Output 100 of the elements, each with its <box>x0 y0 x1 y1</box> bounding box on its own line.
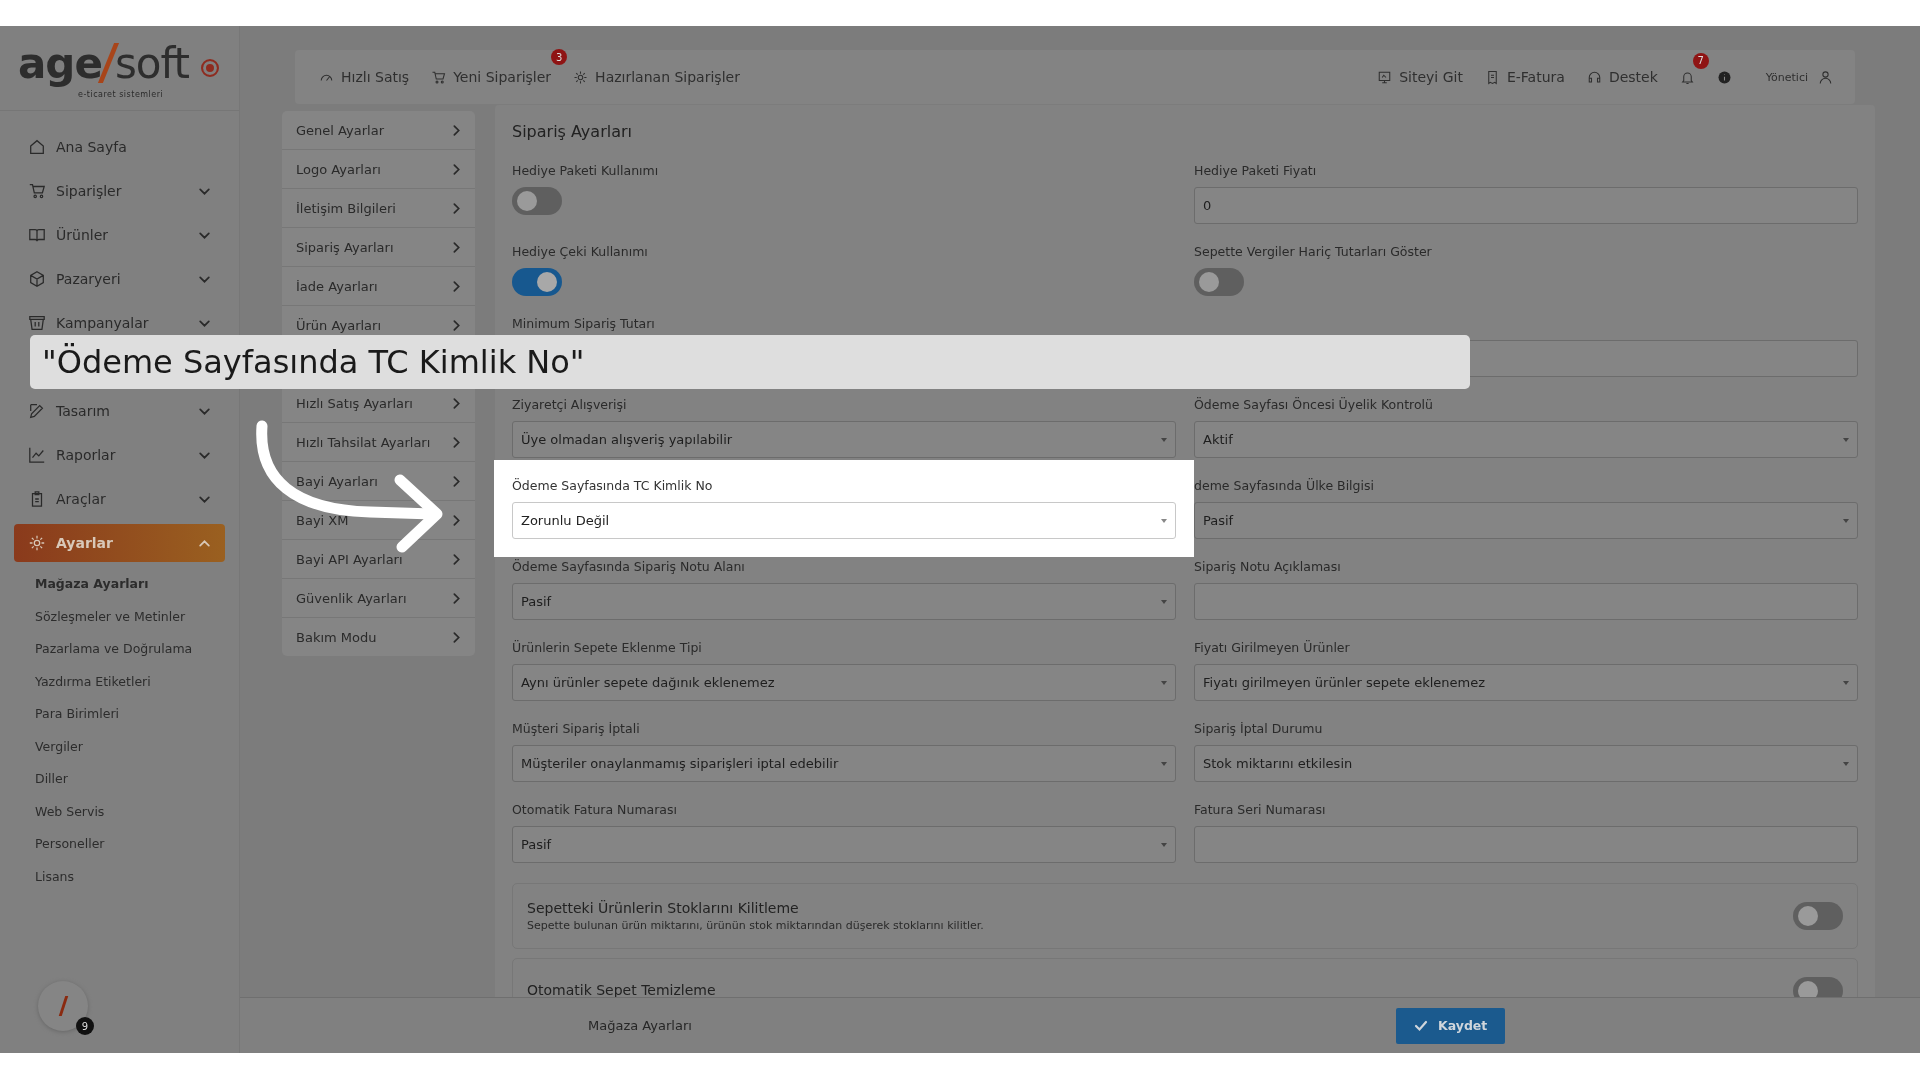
header-link[interactable]: E-Fatura <box>1484 69 1565 85</box>
nav-label: Kampanyalar <box>56 315 150 331</box>
caret-icon <box>1843 518 1849 523</box>
dropdown[interactable]: Pasif <box>1194 502 1858 539</box>
submenu-link[interactable]: Yazdırma Etiketleri <box>35 665 151 698</box>
input-field[interactable] <box>1194 826 1858 863</box>
nav-item[interactable]: Ayarlar <box>14 524 225 562</box>
nav-item[interactable]: Pazaryeri <box>28 269 211 289</box>
nav-label: Araçlar <box>56 491 107 507</box>
nav-label: Raporlar <box>56 447 117 463</box>
field-label: Sipariş Notu Açıklaması <box>1194 559 1341 575</box>
nav-label: Ana Sayfa <box>56 139 128 155</box>
nav-label: Pazaryeri <box>56 271 122 287</box>
option-title: Otomatik Sepet Temizleme <box>527 981 716 997</box>
home-icon <box>28 138 46 156</box>
dropdown[interactable]: Stok miktarını etkilesin <box>1194 745 1858 782</box>
dropdown[interactable]: Zorunlu Değil <box>512 502 1176 539</box>
info-icon <box>1716 69 1732 85</box>
caption-tooltip: "Ödeme Sayfasında TC Kimlik No" <box>30 335 1470 389</box>
header-link[interactable]: Yeni Siparişler <box>431 69 552 85</box>
count-badge: 3 <box>551 49 568 65</box>
dropdown[interactable]: Aktif <box>1194 421 1858 458</box>
nav-item[interactable]: Ana Sayfa <box>28 137 211 157</box>
input-field[interactable] <box>1194 583 1858 620</box>
caret-icon <box>1843 680 1849 685</box>
field-label: Fatura Seri Numarası <box>1194 802 1326 818</box>
menu-item[interactable]: Bayi XM <box>296 512 463 528</box>
header-link[interactable]: Destek <box>1586 69 1658 85</box>
book-icon <box>28 226 46 244</box>
submenu-link[interactable]: Mağaza Ayarları <box>35 568 149 601</box>
pencil-icon <box>28 402 46 420</box>
submenu-link[interactable]: Personeller <box>35 828 105 861</box>
field-label: Hediye Paketi Fiyatı <box>1194 163 1317 179</box>
menu-item[interactable]: Genel Ayarlar <box>296 122 463 138</box>
menu-item[interactable]: İade Ayarları <box>296 278 463 294</box>
header-link[interactable]: Hazırlanan Siparişler <box>573 69 740 85</box>
menu-item[interactable]: İletişim Bilgileri <box>296 200 463 216</box>
menu-item[interactable]: Hızlı Tahsilat Ayarları <box>296 434 463 450</box>
input-field[interactable]: 0 <box>1194 187 1858 224</box>
field-label: Sepette Vergiler Hariç Tutarları Göster <box>1194 244 1432 260</box>
nav-item[interactable]: Ürünler <box>28 225 211 245</box>
save-button[interactable]: Kaydet <box>1396 1007 1506 1044</box>
submenu-link[interactable]: Lisans <box>35 860 75 893</box>
dropdown[interactable]: Müşteriler onaylanmamış siparişleri iptal edebilir <box>512 745 1176 782</box>
box-icon <box>28 270 46 288</box>
headset-icon <box>1586 69 1602 85</box>
menu-item[interactable]: Ürün Ayarları <box>296 317 463 333</box>
field-label: Ziyaretçi Alışverişi <box>512 397 627 413</box>
field-label: Fiyatı Girilmeyen Ürünler <box>1194 640 1350 656</box>
submenu-link[interactable]: Vergiler <box>35 730 83 763</box>
field-label: Hediye Çeki Kullanımı <box>512 244 648 260</box>
toggle-switch[interactable] <box>512 268 562 296</box>
field-label: Ödeme Sayfasında TC Kimlik No <box>512 478 713 494</box>
header-link[interactable]: Hızlı Satış <box>319 69 410 85</box>
dropdown[interactable]: Aynı ürünler sepete dağınık eklenemez <box>512 664 1176 701</box>
menu-item[interactable]: Hızlı Satış Ayarları <box>296 395 463 411</box>
field-label: Sipariş İptal Durumu <box>1194 721 1323 737</box>
target-icon[interactable] <box>201 59 219 77</box>
nav-label: Ayarlar <box>56 535 114 551</box>
menu-item[interactable]: Bayi Ayarları <box>296 473 463 489</box>
dropdown[interactable]: Pasif <box>512 583 1176 620</box>
submenu-link[interactable]: Diller <box>35 763 68 796</box>
dropdown[interactable]: Fiyatı girilmeyen ürünler sepete eklenemez <box>1194 664 1858 701</box>
option-title: Sepetteki Ürünlerin Stoklarını Kilitleme <box>527 900 800 916</box>
header-link[interactable]: Siteyi Git <box>1377 69 1463 85</box>
submenu-link[interactable]: Pazarlama ve Doğrulama <box>35 633 193 666</box>
submenu-link[interactable]: Sözleşmeler ve Metinler <box>35 600 186 633</box>
bell-icon[interactable] <box>1679 69 1695 85</box>
nav-item[interactable]: Tasarım <box>28 401 211 421</box>
submenu-link[interactable]: Para Birimleri <box>35 698 120 731</box>
menu-item[interactable]: Güvenlik Ayarları <box>296 590 463 606</box>
menu-item[interactable]: Logo Ayarları <box>296 161 463 177</box>
basket-icon <box>28 314 46 332</box>
option-description: Sepette bulunan ürün miktarını, ürünün stok miktarından düşerek stoklarını kilitler. <box>527 919 984 932</box>
count-badge: 7 <box>1692 52 1709 69</box>
nav-item[interactable]: Siparişler <box>28 181 211 201</box>
toggle-switch[interactable] <box>1793 977 1843 997</box>
nav-item[interactable]: Araçlar <box>28 489 211 509</box>
caret-icon <box>1161 437 1167 442</box>
toggle-switch[interactable] <box>512 187 562 215</box>
menu-item[interactable]: Sipariş Ayarları <box>296 239 463 255</box>
monitor-icon <box>1377 69 1393 85</box>
avatar[interactable] <box>38 981 88 1031</box>
caret-icon <box>1161 680 1167 685</box>
user-icon <box>1818 69 1833 85</box>
menu-item[interactable]: Bakım Modu <box>296 629 463 645</box>
field-label: Minimum Sipariş Tutarı <box>512 316 655 332</box>
menu-item[interactable]: Bayi API Ayarları <box>296 551 463 567</box>
submenu-link[interactable]: Web Servis <box>35 795 105 828</box>
user-name[interactable]: Yönetici <box>1765 70 1808 84</box>
dropdown[interactable]: Üye olmadan alışveriş yapılabilir <box>512 421 1176 458</box>
cart-icon <box>28 182 46 200</box>
toggle-switch[interactable] <box>1194 268 1244 296</box>
field-label: deme Sayfasında Ülke Bilgisi <box>1194 478 1374 494</box>
field-label: Hediye Paketi Kullanımı <box>512 163 659 179</box>
nav-item[interactable]: Raporlar <box>28 445 211 465</box>
dropdown[interactable]: Pasif <box>512 826 1176 863</box>
field-label: Ödeme Sayfası Öncesi Üyelik Kontrolü <box>1194 397 1433 413</box>
nav-item[interactable]: Kampanyalar <box>28 313 211 333</box>
toggle-switch[interactable] <box>1793 902 1843 930</box>
